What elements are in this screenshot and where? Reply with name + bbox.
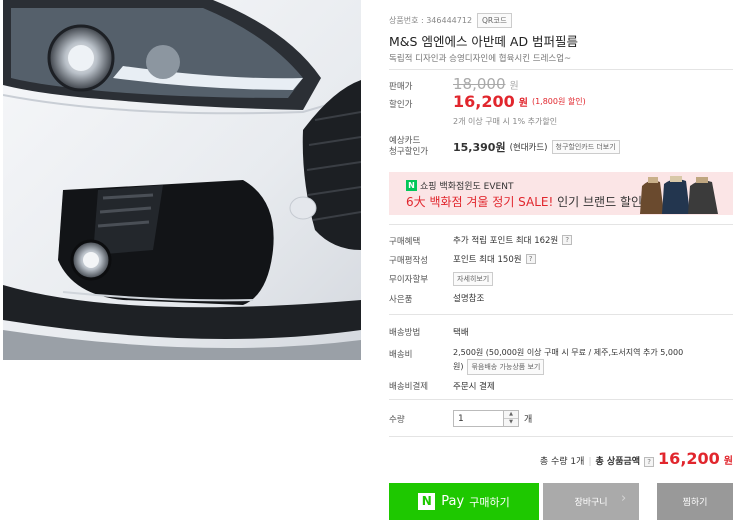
banner-sale-text: 6大 백화점 겨울 정기 SALE!	[406, 195, 554, 209]
interest-free-detail-button[interactable]: 자세히보기	[453, 272, 494, 286]
shipping-fee: 2,500원 (50,000원 이상 구매 시 무료 / 제주,도서지역 추가 …	[453, 347, 733, 375]
product-title: M&S 엠엔에스 아반떼 AD 범퍼필름	[389, 34, 579, 49]
buy-benefit-label: 구매혜택	[389, 237, 421, 247]
card-price: 15,390원 (현대카드) 청구할인카드 더보기	[453, 139, 620, 155]
qr-code-button[interactable]: QR코드	[477, 13, 512, 28]
quantity-input[interactable]	[454, 411, 503, 426]
naver-pay-n-icon: N	[418, 493, 436, 510]
product-subtitle: 독립적 디자인과 승영디자인에 협육시킨 드레스업~	[389, 54, 572, 64]
jackets-image	[640, 176, 718, 214]
shipping-pay-value: 주문시 결제	[453, 382, 495, 392]
list-price-unit: 원	[509, 80, 519, 92]
shipping-fee-label: 배송비	[389, 350, 413, 360]
sale-price: 16,200 원 (1,800원 할인)	[453, 92, 586, 111]
naver-pay-buy-button[interactable]: N Pay 구매하기	[389, 483, 539, 520]
card-price-value: 15,390원	[453, 141, 506, 154]
banner-header: N 쇼핑 백화점윈도 EVENT	[406, 179, 513, 192]
shipping-method-label: 배송방법	[389, 328, 421, 338]
shipping-method-value: 택배	[453, 328, 469, 338]
quantity-arrows: ▲ ▼	[503, 411, 518, 426]
quantity-stepper: ▲ ▼	[453, 410, 519, 427]
shipping-fee-line2: 원)	[453, 362, 464, 371]
decrement-icon[interactable]: ▼	[504, 418, 518, 426]
divider	[389, 399, 733, 400]
event-banner[interactable]: N 쇼핑 백화점윈도 EVENT 6大 백화점 겨울 정기 SALE! 인기 브…	[389, 172, 733, 215]
buy-benefit-value: 추가 적립 포인트 최대 162원	[453, 236, 559, 246]
total-price-value: 16,200	[658, 449, 720, 468]
quantity-label: 수량	[389, 415, 405, 425]
divider	[389, 69, 733, 70]
total-price-unit: 원	[723, 456, 733, 467]
naver-n-icon: N	[406, 180, 417, 191]
product-info-panel: 상품번호 : 346444712 QR코드 M&S 엠엔에스 아반떼 AD 범퍼…	[389, 0, 733, 525]
card-price-label: 예상카드 청구할인가	[389, 136, 428, 158]
shipping-pay-label: 배송비결제	[389, 382, 429, 392]
help-icon[interactable]: ?	[562, 235, 573, 245]
multi-buy-discount: 2개 이상 구매 시 1% 추가할인	[453, 117, 558, 126]
interest-free-label: 무이자할부	[389, 275, 429, 285]
discount-amount: (1,800원 할인)	[531, 97, 586, 106]
card-name: (현대카드)	[509, 143, 548, 153]
card-price-label-line2: 청구할인가	[389, 147, 429, 157]
help-icon[interactable]: ?	[525, 254, 536, 264]
total-count: 총 수량 1개	[539, 457, 585, 467]
shipping-fee-line2-row: 원) 묶음배송 가능상품 보기	[453, 359, 733, 375]
wishlist-button-label: 찜하기	[682, 498, 708, 508]
sale-price-value: 16,200	[453, 92, 515, 111]
interest-free: 자세히보기	[453, 272, 494, 286]
banner-brand-text: 인기 브랜드 할인	[553, 195, 643, 209]
review-benefit: 포인트 최대 150원 ?	[453, 253, 536, 265]
chevron-right-icon: ›	[621, 491, 627, 506]
product-image	[3, 0, 361, 360]
help-icon[interactable]: ?	[644, 457, 655, 467]
review-benefit-label: 구매평작성	[389, 256, 429, 266]
shipping-fee-line1: 2,500원 (50,000원 이상 구매 시 무료 / 제주,도서지역 추가 …	[453, 348, 684, 357]
increment-icon[interactable]: ▲	[504, 411, 518, 418]
car-bumper-photo	[3, 0, 361, 360]
sale-price-unit: 원	[518, 98, 528, 109]
total-label: 총 상품금액	[595, 457, 641, 467]
sale-price-label: 할인가	[389, 100, 413, 110]
banner-head-text: 쇼핑 백화점윈도 EVENT	[420, 182, 514, 192]
list-price-value: 18,000	[453, 75, 506, 93]
separator: |	[588, 457, 592, 467]
bundle-shipping-button[interactable]: 묶음배송 가능상품 보기	[467, 359, 545, 375]
divider	[389, 224, 733, 225]
divider	[389, 436, 733, 437]
list-price: 18,000 원	[453, 75, 519, 93]
buy-benefit: 추가 적립 포인트 최대 162원 ?	[453, 234, 573, 246]
cart-button-label: 장바구니	[574, 498, 608, 508]
review-benefit-value: 포인트 최대 150원	[453, 255, 522, 265]
quantity-unit: 개	[524, 415, 533, 425]
gift-value: 설명참조	[453, 294, 485, 304]
pay-word: Pay	[441, 494, 465, 509]
order-total: 총 수량 1개 | 총 상품금액 ? 16,200 원	[540, 449, 733, 468]
product-meta: 상품번호 : 346444712 QR코드	[389, 13, 512, 28]
card-price-label-line1: 예상카드	[389, 136, 421, 146]
buy-button-label: 구매하기	[469, 495, 510, 509]
gift-label: 사은품	[389, 295, 413, 305]
banner-headline: 6大 백화점 겨울 정기 SALE! 인기 브랜드 할인	[406, 193, 642, 210]
card-discount-more-button[interactable]: 청구할인카드 더보기	[551, 140, 620, 154]
list-price-label: 판매가	[389, 82, 413, 92]
product-number: 상품번호 : 346444712	[389, 16, 473, 25]
wishlist-button[interactable]: 찜하기	[657, 483, 733, 520]
divider	[389, 314, 733, 315]
